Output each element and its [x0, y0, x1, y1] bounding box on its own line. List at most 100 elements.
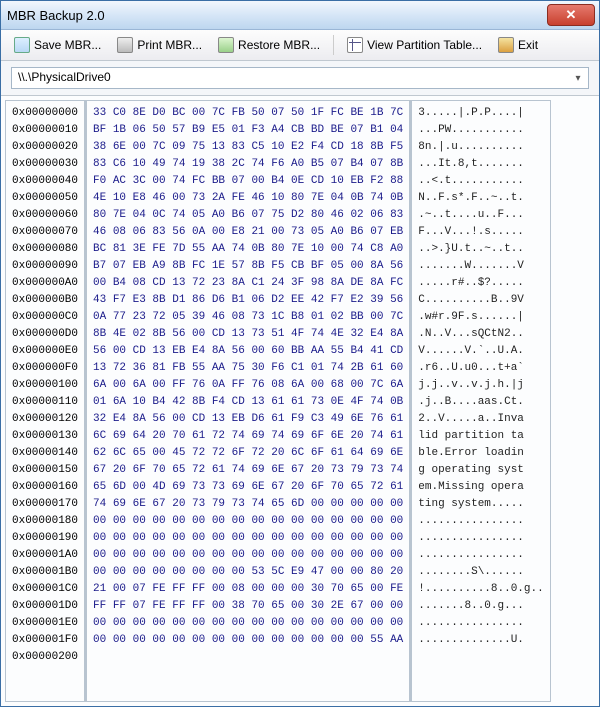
offset-cell: 0x00000030: [12, 156, 78, 173]
ascii-cell: .r6..U.u0...t+a`: [418, 360, 543, 377]
ascii-cell: ................: [418, 530, 543, 547]
offset-cell: 0x00000120: [12, 411, 78, 428]
drive-select[interactable]: \\.\PhysicalDrive0 ▾: [11, 67, 589, 89]
ascii-cell: ...PW...........: [418, 122, 543, 139]
bytes-cell: 00 B4 08 CD 13 72 23 8A C1 24 3F 98 8A D…: [93, 275, 403, 292]
offset-cell: 0x00000100: [12, 377, 78, 394]
offset-cell: 0x00000130: [12, 428, 78, 445]
ascii-cell: .~..t....u..F...: [418, 207, 543, 224]
hex-viewer: 0x000000000x000000100x000000200x00000030…: [1, 96, 599, 706]
offset-cell: 0x00000200: [12, 649, 78, 666]
ascii-cell: 2..V.....a..Inva: [418, 411, 543, 428]
save-label: Save MBR...: [34, 38, 101, 52]
ascii-column: 3.....|.P.P....|...PW...........8n.|.u..…: [410, 100, 550, 702]
offset-column: 0x000000000x000000100x000000200x00000030…: [5, 100, 86, 702]
save-icon: [14, 37, 30, 53]
ascii-cell: .j..B....aas.Ct.: [418, 394, 543, 411]
offset-cell: 0x000001F0: [12, 632, 78, 649]
ascii-cell: N..F.s*.F..~..t.: [418, 190, 543, 207]
offset-cell: 0x00000070: [12, 224, 78, 241]
bytes-cell: 00 00 00 00 00 00 00 00 00 00 00 00 00 0…: [93, 632, 403, 649]
bytes-cell: F0 AC 3C 00 74 FC BB 07 00 B4 0E CD 10 E…: [93, 173, 403, 190]
exit-label: Exit: [518, 38, 538, 52]
offset-cell: 0x00000180: [12, 513, 78, 530]
bytes-cell: 6A 00 6A 00 FF 76 0A FF 76 08 6A 00 68 0…: [93, 377, 403, 394]
bytes-cell: 62 6C 65 00 45 72 72 6F 72 20 6C 6F 61 6…: [93, 445, 403, 462]
offset-cell: 0x00000170: [12, 496, 78, 513]
offset-cell: 0x00000160: [12, 479, 78, 496]
bytes-cell: 00 00 00 00 00 00 00 00 00 00 00 00 00 0…: [93, 547, 403, 564]
toolbar-separator: [333, 35, 334, 55]
bytes-cell: 65 6D 00 4D 69 73 73 69 6E 67 20 6F 70 6…: [93, 479, 403, 496]
restore-label: Restore MBR...: [238, 38, 320, 52]
offset-cell: 0x000000C0: [12, 309, 78, 326]
bytes-cell: FF FF 07 FE FF FF 00 38 70 65 00 30 2E 6…: [93, 598, 403, 615]
bytes-cell: 00 00 00 00 00 00 00 00 53 5C E9 47 00 0…: [93, 564, 403, 581]
bytes-cell: 21 00 07 FE FF FF 00 08 00 00 00 30 70 6…: [93, 581, 403, 598]
offset-cell: 0x000000D0: [12, 326, 78, 343]
ascii-cell: j.j..v..v.j.h.|j: [418, 377, 543, 394]
offset-cell: 0x00000000: [12, 105, 78, 122]
titlebar: MBR Backup 2.0 ✕: [1, 1, 599, 30]
offset-cell: 0x000001B0: [12, 564, 78, 581]
offset-cell: 0x00000110: [12, 394, 78, 411]
drive-selector-row: \\.\PhysicalDrive0 ▾: [1, 61, 599, 96]
print-label: Print MBR...: [137, 38, 202, 52]
bytes-cell: 00 00 00 00 00 00 00 00 00 00 00 00 00 0…: [93, 513, 403, 530]
bytes-cell: 00 00 00 00 00 00 00 00 00 00 00 00 00 0…: [93, 615, 403, 632]
bytes-cell: BF 1B 06 50 57 B9 E5 01 F3 A4 CB BD BE 0…: [93, 122, 403, 139]
bytes-cell: 43 F7 E3 8B D1 86 D6 B1 06 D2 EE 42 F7 E…: [93, 292, 403, 309]
drive-select-value: \\.\PhysicalDrive0: [11, 67, 589, 89]
ascii-cell: .......W.......V: [418, 258, 543, 275]
app-window: MBR Backup 2.0 ✕ Save MBR... Print MBR..…: [0, 0, 600, 707]
ascii-cell: ...It.8,t.......: [418, 156, 543, 173]
bytes-cell: 33 C0 8E D0 BC 00 7C FB 50 07 50 1F FC B…: [93, 105, 403, 122]
bytes-cell: 4E 10 E8 46 00 73 2A FE 46 10 80 7E 04 0…: [93, 190, 403, 207]
ascii-cell: V......V.`..U.A.: [418, 343, 543, 360]
ascii-cell: .N..V...sQCtN2..: [418, 326, 543, 343]
offset-cell: 0x000001C0: [12, 581, 78, 598]
offset-cell: 0x000000A0: [12, 275, 78, 292]
ascii-cell: ..>.}U.t..~..t..: [418, 241, 543, 258]
ascii-cell: C..........B..9V: [418, 292, 543, 309]
bytes-cell: 56 00 CD 13 EB E4 8A 56 00 60 BB AA 55 B…: [93, 343, 403, 360]
close-button[interactable]: ✕: [547, 4, 595, 26]
ascii-cell: ting system.....: [418, 496, 543, 513]
ascii-cell: 8n.|.u..........: [418, 139, 543, 156]
exit-button[interactable]: Exit: [491, 33, 545, 57]
offset-cell: 0x000000F0: [12, 360, 78, 377]
ascii-cell: ................: [418, 615, 543, 632]
bytes-cell: BC 81 3E FE 7D 55 AA 74 0B 80 7E 10 00 7…: [93, 241, 403, 258]
restore-icon: [218, 37, 234, 53]
ascii-cell: ................: [418, 513, 543, 530]
view-partition-table-button[interactable]: View Partition Table...: [340, 33, 489, 57]
offset-cell: 0x000001E0: [12, 615, 78, 632]
ascii-cell: lid partition ta: [418, 428, 543, 445]
print-mbr-button[interactable]: Print MBR...: [110, 33, 209, 57]
ascii-cell: !..........8..0.g..: [418, 581, 543, 598]
ascii-cell: .w#r.9F.s......|: [418, 309, 543, 326]
bytes-cell: 80 7E 04 0C 74 05 A0 B6 07 75 D2 80 46 0…: [93, 207, 403, 224]
bytes-cell: 74 69 6E 67 20 73 79 73 74 65 6D 00 00 0…: [93, 496, 403, 513]
offset-cell: 0x00000060: [12, 207, 78, 224]
offset-cell: 0x00000040: [12, 173, 78, 190]
print-icon: [117, 37, 133, 53]
ascii-cell: g operating syst: [418, 462, 543, 479]
table-icon: [347, 37, 363, 53]
restore-mbr-button[interactable]: Restore MBR...: [211, 33, 327, 57]
save-mbr-button[interactable]: Save MBR...: [7, 33, 108, 57]
ascii-cell: F...V...!.s.....: [418, 224, 543, 241]
bytes-cell: 83 C6 10 49 74 19 38 2C 74 F6 A0 B5 07 B…: [93, 156, 403, 173]
bytes-cell: 38 6E 00 7C 09 75 13 83 C5 10 E2 F4 CD 1…: [93, 139, 403, 156]
bytes-column: 33 C0 8E D0 BC 00 7C FB 50 07 50 1F FC B…: [86, 100, 410, 702]
close-icon: ✕: [566, 7, 577, 23]
bytes-cell: 32 E4 8A 56 00 CD 13 EB D6 61 F9 C3 49 6…: [93, 411, 403, 428]
ascii-cell: em.Missing opera: [418, 479, 543, 496]
offset-cell: 0x00000150: [12, 462, 78, 479]
bytes-cell: 0A 77 23 72 05 39 46 08 73 1C B8 01 02 B…: [93, 309, 403, 326]
offset-cell: 0x00000190: [12, 530, 78, 547]
bytes-cell: 8B 4E 02 8B 56 00 CD 13 73 51 4F 74 4E 3…: [93, 326, 403, 343]
bytes-cell: 6C 69 64 20 70 61 72 74 69 74 69 6F 6E 2…: [93, 428, 403, 445]
ascii-cell: .......8..0.g...: [418, 598, 543, 615]
offset-cell: 0x00000020: [12, 139, 78, 156]
